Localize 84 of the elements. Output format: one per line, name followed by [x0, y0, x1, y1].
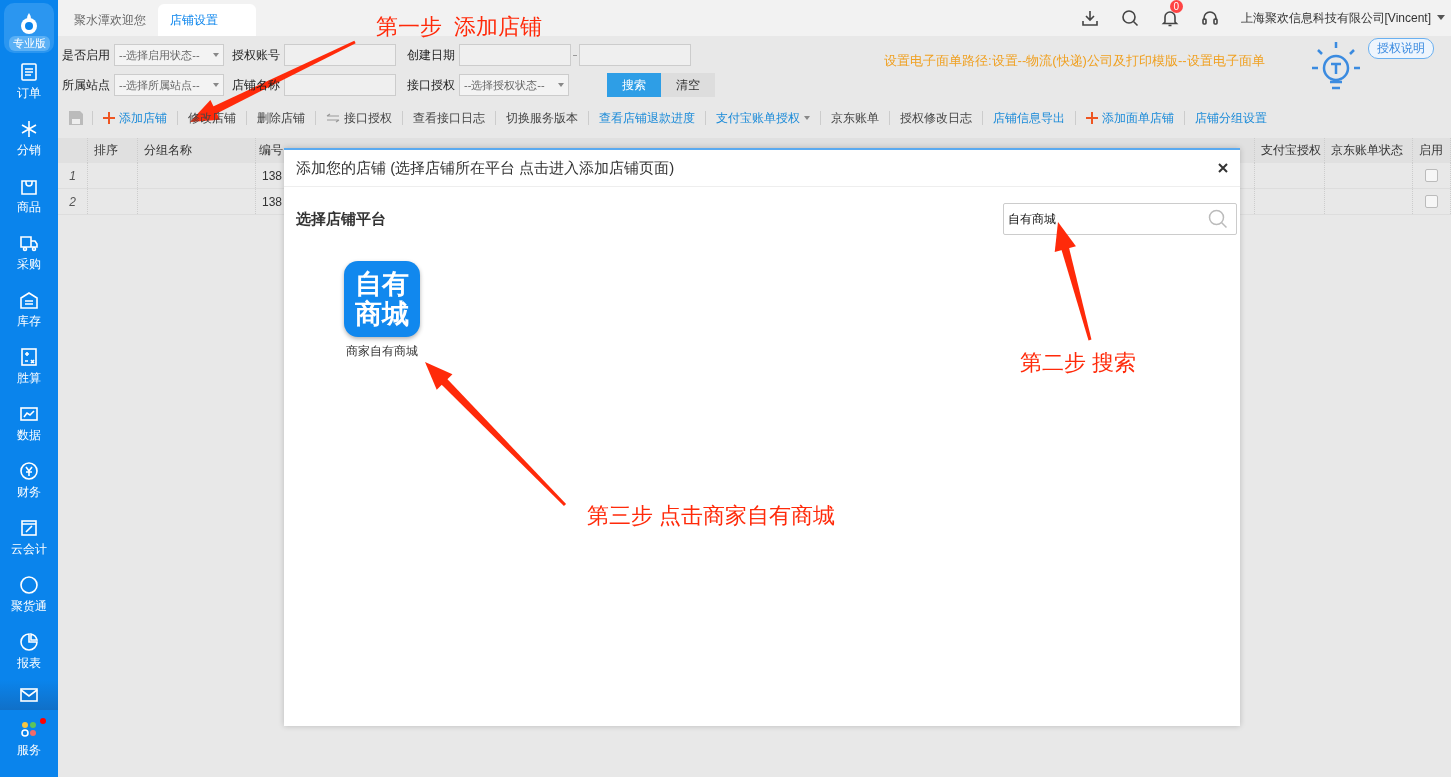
column-header: 排序: [88, 138, 138, 163]
annotation-text: 第一步 添加店铺: [376, 13, 543, 41]
date-input[interactable]: [459, 44, 571, 66]
sidebar-item[interactable]: 财务: [0, 452, 58, 509]
column-header: 京东账单状态: [1325, 138, 1413, 163]
filter-input[interactable]: [284, 74, 396, 96]
download-icon[interactable]: [1080, 9, 1099, 27]
annotation-text: 第三步 点击商家自有商城: [587, 502, 836, 530]
pie-icon: [19, 631, 39, 652]
filter-label: 创建日期: [407, 46, 455, 64]
page-tab[interactable]: 店铺设置: [158, 4, 256, 36]
sidebar-item[interactable]: 分销: [0, 110, 58, 167]
filter-label: 授权账号: [232, 46, 280, 64]
toolbar-button[interactable]: 授权修改日志: [898, 109, 974, 127]
page-tab[interactable]: 聚水潭欢迎您: [62, 4, 158, 36]
notice-text: 设置电子面单路径:设置--物流(快递)公司及打印模版--设置电子面单: [884, 52, 1265, 70]
caret-icon: [213, 53, 219, 57]
search-button[interactable]: 搜索: [607, 73, 661, 97]
column-header: 分组名称: [138, 138, 256, 163]
row-checkbox[interactable]: [1425, 169, 1438, 182]
column-header: 支付宝授权: [1255, 138, 1325, 163]
toolbar-button[interactable]: 切换服务版本: [504, 109, 580, 127]
caret-icon: [213, 83, 219, 87]
toolbar-button[interactable]: 添加面单店铺: [1084, 109, 1176, 127]
filter-label: 所属站点: [62, 76, 110, 94]
filter-input[interactable]: [284, 44, 396, 66]
section-title: 选择店铺平台: [296, 209, 386, 229]
sidebar-item[interactable]: 库存: [0, 281, 58, 338]
sidebar-item[interactable]: 数据: [0, 395, 58, 452]
toolbar-button[interactable]: 店铺信息导出: [991, 109, 1067, 127]
caret-icon: [558, 83, 564, 87]
sidebar-item[interactable]: 报表: [0, 623, 58, 680]
sidebar-item[interactable]: 服务: [0, 710, 58, 767]
row-number: 1: [58, 163, 88, 188]
close-icon[interactable]: [1218, 163, 1228, 173]
account-menu[interactable]: 上海聚欢信息科技有限公司[Vincent]: [1240, 9, 1431, 27]
date-input[interactable]: [579, 44, 691, 66]
calculator-icon: [19, 346, 39, 367]
toolbar-button[interactable]: 店铺分组设置: [1193, 109, 1269, 127]
toolbar-button[interactable]: 删除店铺: [255, 109, 307, 127]
edition-badge: 专业版: [8, 36, 50, 51]
sidebar-item[interactable]: 聚货通: [0, 566, 58, 623]
plus-icon: [1086, 112, 1098, 124]
search-field[interactable]: 自有商城: [1003, 203, 1237, 235]
platform-tile[interactable]: 自有 商城 商家自有商城: [344, 261, 420, 360]
toolbar-button[interactable]: 查看接口日志: [411, 109, 487, 127]
search-icon: [1208, 209, 1228, 229]
plus-icon: [103, 112, 115, 124]
mail-icon: [19, 685, 39, 705]
headset-icon[interactable]: [1200, 9, 1219, 27]
annotation-text: 第二步 搜索: [1020, 349, 1137, 377]
bell-icon[interactable]: [1160, 9, 1179, 27]
toolbar-button[interactable]: 支付宝账单授权: [714, 109, 812, 127]
sidebar-item[interactable]: 采购: [0, 224, 58, 281]
toolbar-button[interactable]: 接口授权: [324, 109, 394, 127]
row-number: 2: [58, 189, 88, 214]
filter-label: 是否启用: [62, 46, 110, 64]
building-icon: [19, 289, 39, 310]
platform-logo: 自有 商城: [344, 261, 420, 337]
row-checkbox[interactable]: [1425, 195, 1438, 208]
sidebar-item[interactable]: 胜算: [0, 338, 58, 395]
filter-select[interactable]: --选择所属站点--: [114, 74, 224, 96]
search-icon[interactable]: [1120, 9, 1139, 27]
filter-label: 接口授权: [407, 76, 455, 94]
filter-select[interactable]: --选择授权状态--: [459, 74, 569, 96]
list-icon: [19, 61, 39, 82]
circle-icon: [19, 574, 39, 595]
notification-badge: 0: [1169, 0, 1184, 13]
swap-icon: [326, 113, 340, 123]
column-header: 启用: [1413, 138, 1451, 163]
yen-icon: [19, 460, 39, 481]
help-bubble[interactable]: 授权说明: [1368, 38, 1434, 59]
caret-icon: [804, 116, 810, 120]
caret-icon[interactable]: [1437, 15, 1445, 21]
snowflake-icon: [19, 118, 39, 139]
sidebar-item[interactable]: 订单: [0, 53, 58, 110]
sidebar-item[interactable]: 商品: [0, 167, 58, 224]
sidebar-item[interactable]: 云会计: [0, 509, 58, 566]
clear-button[interactable]: 清空: [661, 73, 715, 97]
toolbar-button[interactable]: 添加店铺: [101, 109, 169, 127]
toolbar-button[interactable]: 京东账单: [829, 109, 881, 127]
filter-select[interactable]: --选择启用状态--: [114, 44, 224, 66]
toolbar-button[interactable]: 查看店铺退款进度: [597, 109, 697, 127]
app-logo[interactable]: 专业版: [4, 3, 54, 53]
